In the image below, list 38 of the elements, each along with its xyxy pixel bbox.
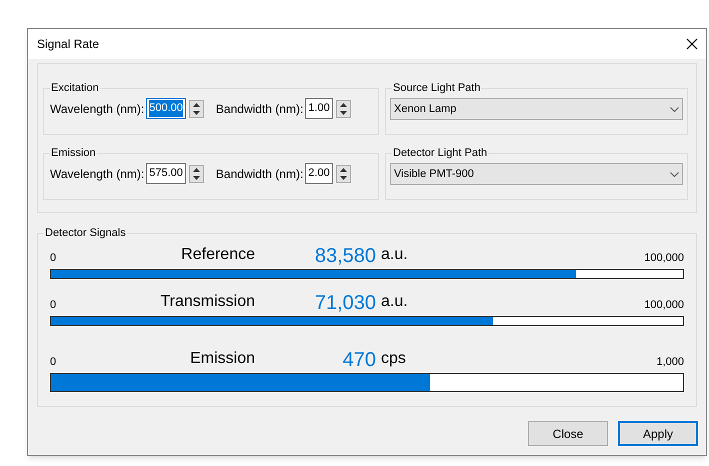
group-title: Source Light Path xyxy=(392,81,482,95)
spin-arrows-icon[interactable] xyxy=(188,100,204,118)
dialog-button[interactable]: Apply xyxy=(618,421,698,446)
scale-max: 1,000 xyxy=(655,354,684,370)
scale-min: 0 xyxy=(50,250,58,266)
signal-unit: a.u. xyxy=(381,245,408,265)
signal-value: 83,580 xyxy=(314,244,376,268)
chevron-down-icon xyxy=(670,172,679,176)
signal-unit: a.u. xyxy=(381,292,408,312)
dialog-button[interactable]: Close xyxy=(528,421,608,446)
signal-name: Emission xyxy=(189,349,255,369)
spin-arrows-icon[interactable] xyxy=(188,164,204,182)
signal-name: Transmission xyxy=(159,292,255,312)
spin-field[interactable]: 1.00 xyxy=(305,98,333,119)
signal-name: Reference xyxy=(180,245,255,265)
signal-unit: cps xyxy=(381,349,406,369)
scale-max: 100,000 xyxy=(643,298,684,312)
spin-arrows-icon[interactable] xyxy=(336,100,351,118)
field-label: Wavelength (nm): xyxy=(50,166,144,182)
window-title: Signal Rate xyxy=(37,36,100,53)
field-label: Wavelength (nm): xyxy=(50,100,144,118)
scale-max: 100,000 xyxy=(643,250,684,266)
field-label: Bandwidth (nm): xyxy=(216,100,304,118)
spin-field[interactable]: 500.00 xyxy=(146,98,186,119)
dropdown[interactable]: Visible PMT-900 xyxy=(390,163,683,185)
signal-value: 470 xyxy=(342,348,376,372)
spin-field[interactable]: 575.00 xyxy=(146,163,186,184)
spin-arrows-icon[interactable] xyxy=(336,164,351,182)
spin-field[interactable]: 2.00 xyxy=(305,163,333,184)
scale-min: 0 xyxy=(50,354,58,370)
dropdown[interactable]: Xenon Lamp xyxy=(390,98,683,120)
field-label: Bandwidth (nm): xyxy=(216,166,304,182)
close-icon[interactable] xyxy=(686,38,698,50)
group-title: Detector Light Path xyxy=(392,146,488,160)
scale-min: 0 xyxy=(50,298,58,312)
signal-value: 71,030 xyxy=(314,291,376,315)
group-title: Detector Signals xyxy=(44,226,127,240)
chevron-down-icon xyxy=(670,106,679,112)
